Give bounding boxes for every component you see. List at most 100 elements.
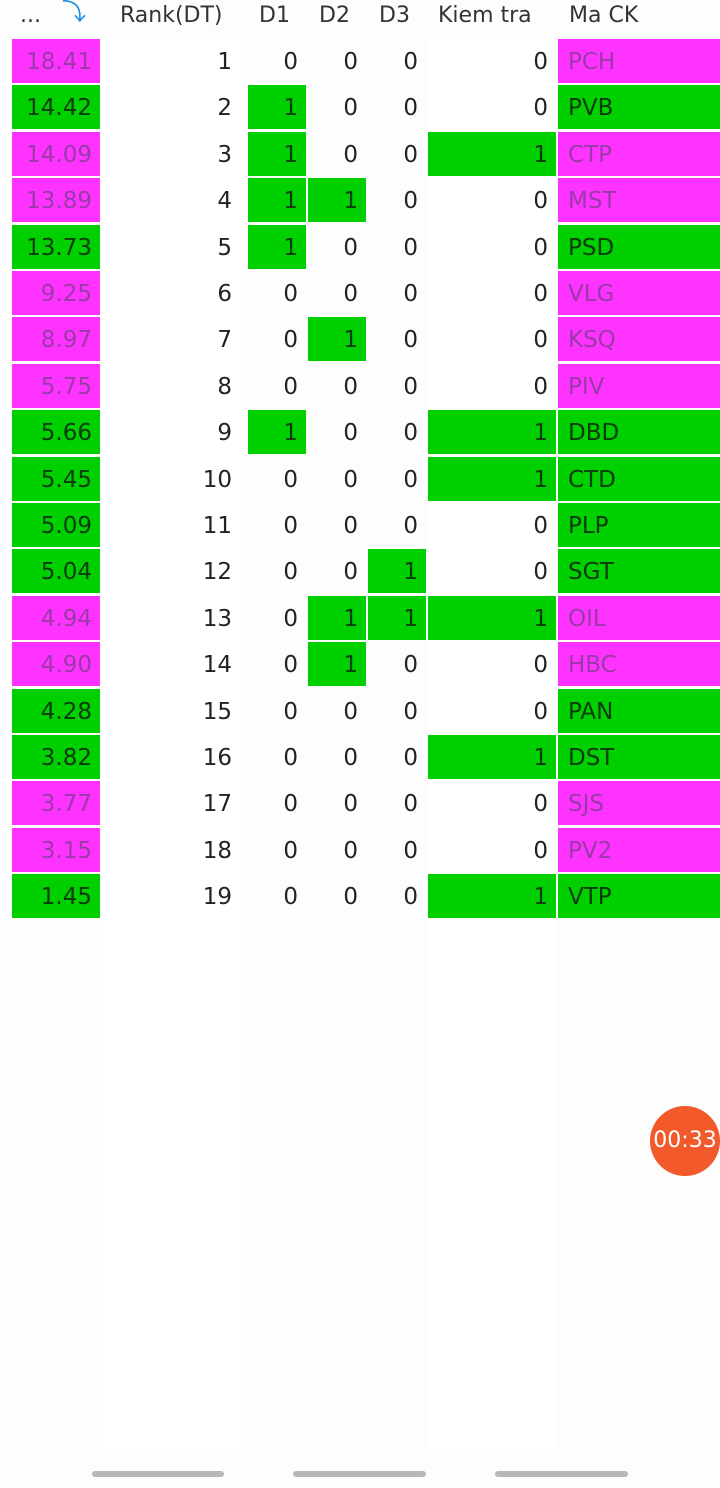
- cell-d1[interactable]: 0: [248, 874, 306, 918]
- cell-ma-ck[interactable]: PV2: [558, 827, 720, 872]
- cell-kiem-tra[interactable]: 0: [428, 781, 556, 825]
- cell-d1[interactable]: 1: [248, 410, 306, 455]
- cell-d3[interactable]: 0: [368, 689, 426, 733]
- cell-d2[interactable]: 0: [308, 874, 366, 918]
- cell-ma-ck[interactable]: SGT: [558, 549, 720, 594]
- cell-d3[interactable]: 0: [368, 874, 426, 918]
- cell-kiem-tra[interactable]: 0: [428, 689, 556, 733]
- cell-d1[interactable]: 1: [248, 85, 306, 130]
- cell-value[interactable]: 4.94: [12, 595, 100, 640]
- column-header-ma-ck[interactable]: Ma CK: [569, 0, 638, 34]
- cell-rank[interactable]: 1: [102, 39, 240, 83]
- cell-value[interactable]: 9.25: [12, 271, 100, 315]
- cell-ma-ck[interactable]: PIV: [558, 363, 720, 408]
- cell-ma-ck[interactable]: SJS: [558, 781, 720, 826]
- cell-d2[interactable]: 0: [308, 503, 366, 547]
- cell-rank[interactable]: 14: [102, 642, 240, 686]
- cell-d3[interactable]: 0: [368, 85, 426, 129]
- cell-kiem-tra[interactable]: 1: [428, 131, 556, 176]
- cell-value[interactable]: 3.82: [12, 735, 100, 779]
- cell-ma-ck[interactable]: DBD: [558, 410, 720, 455]
- cell-value[interactable]: 14.42: [12, 85, 100, 130]
- cell-d2[interactable]: 0: [308, 410, 366, 454]
- cell-d2[interactable]: 1: [308, 642, 366, 687]
- cell-ma-ck[interactable]: OIL: [558, 595, 720, 640]
- cell-rank[interactable]: 4: [102, 178, 240, 222]
- column-header-kiem-tra[interactable]: Kiem tra: [438, 0, 532, 34]
- cell-d2[interactable]: 0: [308, 549, 366, 593]
- cell-kiem-tra[interactable]: 0: [428, 271, 556, 315]
- column-header-d1[interactable]: D1: [259, 0, 290, 34]
- cell-d3[interactable]: 0: [368, 225, 426, 269]
- cell-d1[interactable]: 0: [248, 271, 306, 315]
- cell-rank[interactable]: 8: [102, 364, 240, 408]
- cell-value[interactable]: 5.66: [12, 410, 100, 455]
- cell-d2[interactable]: 0: [308, 735, 366, 779]
- cell-kiem-tra[interactable]: 1: [428, 410, 556, 455]
- cell-kiem-tra[interactable]: 0: [428, 642, 556, 686]
- cell-d1[interactable]: 0: [248, 364, 306, 408]
- cell-rank[interactable]: 2: [102, 85, 240, 129]
- cell-ma-ck[interactable]: VTP: [558, 874, 720, 919]
- cell-d2[interactable]: 0: [308, 132, 366, 176]
- scrollbar-2[interactable]: [293, 1471, 426, 1477]
- cell-value[interactable]: 13.89: [12, 178, 100, 223]
- cell-d1[interactable]: 0: [248, 317, 306, 361]
- cell-d2[interactable]: 0: [308, 85, 366, 129]
- cell-d3[interactable]: 0: [368, 828, 426, 872]
- cell-d3[interactable]: 0: [368, 132, 426, 176]
- cell-kiem-tra[interactable]: 0: [428, 828, 556, 872]
- cell-ma-ck[interactable]: HBC: [558, 642, 720, 687]
- cell-rank[interactable]: 18: [102, 828, 240, 872]
- cell-d3[interactable]: 1: [368, 549, 426, 594]
- cell-d2[interactable]: 0: [308, 828, 366, 872]
- cell-rank[interactable]: 15: [102, 689, 240, 733]
- recording-timer-badge[interactable]: 00:33: [650, 1106, 720, 1176]
- cell-value[interactable]: 3.15: [12, 827, 100, 872]
- column-header-value[interactable]: ... ⤵: [20, 0, 86, 34]
- cell-d3[interactable]: 0: [368, 735, 426, 779]
- cell-d2[interactable]: 1: [308, 317, 366, 362]
- sort-arrow-icon[interactable]: ⤵: [62, 0, 86, 28]
- column-header-d3[interactable]: D3: [379, 0, 410, 34]
- cell-ma-ck[interactable]: DST: [558, 735, 720, 779]
- cell-d2[interactable]: 0: [308, 781, 366, 825]
- cell-d2[interactable]: 0: [308, 39, 366, 83]
- cell-d3[interactable]: 0: [368, 503, 426, 547]
- cell-kiem-tra[interactable]: 0: [428, 317, 556, 361]
- cell-value[interactable]: 13.73: [12, 224, 100, 269]
- cell-d3[interactable]: 0: [368, 457, 426, 501]
- cell-value[interactable]: 1.45: [12, 874, 100, 919]
- cell-rank[interactable]: 19: [102, 874, 240, 918]
- cell-d2[interactable]: 0: [308, 225, 366, 269]
- cell-d1[interactable]: 0: [248, 503, 306, 547]
- cell-value[interactable]: 3.77: [12, 781, 100, 826]
- scrollbar-1[interactable]: [92, 1471, 224, 1477]
- cell-d1[interactable]: 0: [248, 39, 306, 83]
- cell-d2[interactable]: 1: [308, 595, 366, 640]
- cell-rank[interactable]: 3: [102, 132, 240, 176]
- cell-d3[interactable]: 0: [368, 178, 426, 222]
- scrollbar-3[interactable]: [495, 1471, 628, 1477]
- cell-d3[interactable]: 0: [368, 39, 426, 83]
- column-header-d2[interactable]: D2: [319, 0, 350, 34]
- cell-d3[interactable]: 0: [368, 642, 426, 686]
- cell-ma-ck[interactable]: KSQ: [558, 317, 720, 362]
- cell-d1[interactable]: 0: [248, 828, 306, 872]
- cell-rank[interactable]: 5: [102, 225, 240, 269]
- cell-ma-ck[interactable]: PSD: [558, 224, 720, 269]
- cell-ma-ck[interactable]: PAN: [558, 688, 720, 733]
- cell-rank[interactable]: 16: [102, 735, 240, 779]
- cell-d1[interactable]: 1: [248, 178, 306, 223]
- cell-kiem-tra[interactable]: 0: [428, 85, 556, 129]
- cell-kiem-tra[interactable]: 1: [428, 735, 556, 779]
- cell-kiem-tra[interactable]: 1: [428, 595, 556, 640]
- cell-value[interactable]: 4.28: [12, 688, 100, 733]
- cell-d3[interactable]: 0: [368, 364, 426, 408]
- cell-d1[interactable]: 0: [248, 457, 306, 501]
- cell-d2[interactable]: 0: [308, 689, 366, 733]
- cell-rank[interactable]: 6: [102, 271, 240, 315]
- cell-d1[interactable]: 0: [248, 596, 306, 640]
- cell-d3[interactable]: 0: [368, 410, 426, 454]
- cell-value[interactable]: 5.45: [12, 456, 100, 501]
